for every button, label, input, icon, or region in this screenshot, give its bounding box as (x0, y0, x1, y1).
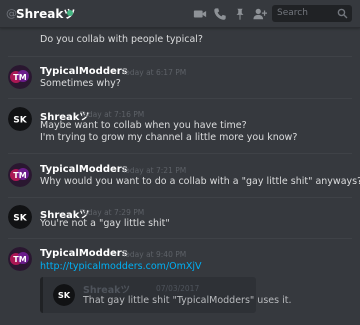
message-link[interactable]: http://typicalmodders.com/OmXjV (40, 261, 202, 272)
svg-text:SK: SK (13, 116, 27, 126)
svg-text:TM: TM (13, 73, 26, 82)
svg-text:TM: TM (13, 255, 26, 264)
svg-text:SK: SK (58, 290, 71, 300)
message-line: You're not a "gay little shit" (40, 218, 170, 229)
message-timestamp: Today at 6:17 PM (122, 68, 187, 77)
message-timestamp: Today at 7:16 PM (80, 110, 145, 119)
typicalmodders-avatar[interactable]: TM (8, 65, 32, 89)
message-author[interactable]: TypicalModders (40, 164, 128, 175)
message-divider (8, 197, 352, 198)
dm-header: @ Shreakツ Search (0, 0, 360, 28)
typicalmodders-avatar[interactable]: TM (8, 247, 32, 271)
search-icon (337, 8, 348, 19)
message-line: Do you collab with people typical? (40, 34, 203, 45)
svg-text:TM: TM (13, 171, 26, 180)
message-line: Sometimes why? (40, 78, 121, 89)
phone-icon[interactable] (213, 7, 227, 21)
message-divider (8, 56, 352, 57)
shreak-avatar[interactable]: SK (8, 107, 32, 131)
pin-icon[interactable] (233, 7, 247, 21)
typicalmodders-avatar[interactable]: TM (8, 163, 32, 187)
message-divider (8, 153, 352, 154)
message-divider (8, 238, 352, 239)
shreak-avatar: SK (53, 284, 75, 306)
embed-author: Shreakツ (83, 285, 130, 296)
link-embed[interactable]: SK Shreakツ 07/03/2017 That gay little sh… (40, 277, 291, 313)
message-line: I'm trying to grow my channel a little m… (40, 132, 298, 143)
embed-date: 07/03/2017 (156, 284, 200, 293)
message-timestamp: Today at 9:40 PM (122, 250, 187, 259)
message-author[interactable]: TypicalModders (40, 248, 128, 259)
online-status-dot (67, 10, 73, 16)
message-line: Why would you want to do a collab with a… (40, 176, 360, 187)
message-timestamp: Today at 7:29 PM (80, 208, 145, 217)
shreak-avatar[interactable]: SK (8, 205, 32, 229)
video-icon[interactable] (193, 7, 207, 21)
message-line: Maybe want to collab when you have time? (40, 120, 247, 131)
embed-description: That gay little shit "TypicalModders" us… (83, 295, 292, 306)
search-placeholder: Search (277, 8, 308, 18)
svg-text:SK: SK (13, 214, 27, 224)
message-timestamp: Today at 7:21 PM (122, 166, 187, 175)
message-author[interactable]: TypicalModders (40, 66, 128, 77)
message-divider (8, 98, 352, 99)
search-box[interactable]: Search (272, 5, 352, 22)
add-friend-icon[interactable] (253, 7, 267, 21)
